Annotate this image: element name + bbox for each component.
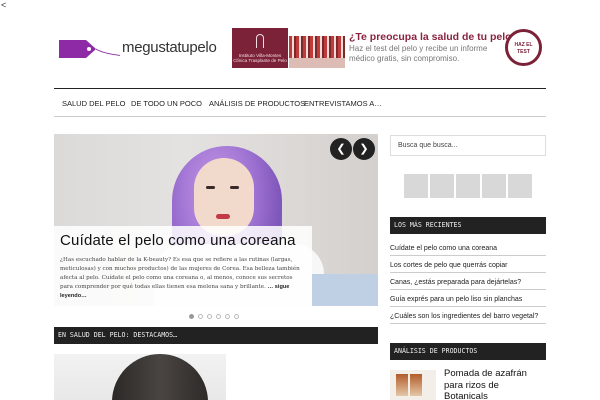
product-box [396, 374, 408, 396]
nav-item-analisis-de-productos[interactable]: ANÁLISIS DE PRODUCTOS [209, 99, 305, 108]
social-icon[interactable] [404, 174, 428, 198]
slide-title[interactable]: Cuídate el pelo como una coreana [60, 232, 307, 249]
social-icon[interactable] [430, 174, 454, 198]
search-input[interactable]: Busca que busca... [390, 135, 546, 156]
featured-slider[interactable]: ❮ ❯ Cuídate el pelo como una coreana ¿Ha… [54, 134, 378, 306]
ad-brand-text: Instituto Villa-Montes Clínica Trasplant… [233, 53, 287, 63]
section-heading-featured: EN SALUD DEL PELO: DESTACAMOS… [54, 327, 378, 344]
nav-item-salud-del-pelo[interactable]: SALUD DEL PELO [62, 99, 126, 108]
corner-glyph: < [1, 0, 7, 10]
slide-caption: Cuídate el pelo como una coreana ¿Has es… [54, 226, 312, 306]
recent-post-link[interactable]: Los cortes de pelo que querrás copiar [390, 262, 546, 273]
chevron-right-icon: ❯ [359, 143, 369, 155]
site-logo[interactable]: megustatupelo [56, 36, 217, 64]
recent-post-link[interactable]: ¿Cuáles son los ingredientes del barro v… [390, 313, 546, 324]
slide-photo-background [312, 274, 378, 306]
ad-banner[interactable]: Instituto Villa-Montes Clínica Trasplant… [232, 28, 546, 70]
slider-dot[interactable] [198, 314, 203, 319]
product-title-link[interactable]: Pomada de azafrán para rizos de Botanica… [444, 368, 544, 400]
chevron-left-icon: ❮ [336, 143, 346, 155]
slide-photo-eye [206, 186, 215, 189]
ad-test-badge[interactable]: HAZ EL TEST [505, 29, 542, 66]
featured-thumbnail[interactable] [54, 354, 226, 400]
main-nav: SALUD DEL PELO DE TODO UN POCO ANÁLISIS … [54, 88, 546, 117]
social-icon[interactable] [482, 174, 506, 198]
ad-photo [289, 36, 345, 68]
nav-item-entrevistamos[interactable]: ENTREVISTAMOS A… [304, 99, 382, 108]
social-icon[interactable] [508, 174, 532, 198]
recent-post-link[interactable]: Cuídate el pelo como una coreana [390, 245, 546, 256]
ad-body: Haz el test del pelo y recibe un informe… [349, 44, 488, 63]
nav-item-de-todo-un-poco[interactable]: DE TODO UN POCO [131, 99, 202, 108]
recent-post-link[interactable]: Guía exprés para un pelo liso sin planch… [390, 296, 546, 307]
slider-prev-button[interactable]: ❮ [330, 138, 352, 160]
slider-dot[interactable] [189, 314, 194, 319]
logo-tag-icon [59, 40, 120, 58]
slider-dot[interactable] [216, 314, 221, 319]
slider-dot[interactable] [234, 314, 239, 319]
ad-brand-block: Instituto Villa-Montes Clínica Trasplant… [232, 28, 288, 68]
social-icon[interactable] [456, 174, 480, 198]
clinic-logo-icon [256, 34, 264, 48]
slider-pagination [189, 314, 243, 320]
product-thumbnail[interactable] [390, 370, 436, 400]
slider-dot[interactable] [225, 314, 230, 319]
thumbnail-photo [112, 354, 208, 400]
recent-post-link[interactable]: Canas, ¿estás preparada para dejártelas? [390, 279, 546, 290]
slide-photo-eye [230, 186, 239, 189]
slide-photo-face [194, 158, 254, 236]
slide-photo-lips [216, 214, 230, 219]
ad-title: ¿Te preocupa la salud de tu pelo? [349, 31, 518, 43]
slider-dot[interactable] [207, 314, 212, 319]
product-box [410, 374, 422, 396]
logo-text: megustatupelo [122, 39, 217, 56]
section-heading-recent: LOS MÁS RECIENTES [390, 217, 546, 234]
section-heading-analysis: ANÁLISIS DE PRODUCTOS [390, 343, 546, 360]
slider-next-button[interactable]: ❯ [353, 138, 375, 160]
slide-excerpt: ¿Has escuchado hablar de la K-beauty? Es… [60, 256, 307, 301]
slide-excerpt-text: ¿Has escuchado hablar de la K-beauty? Es… [60, 257, 300, 290]
